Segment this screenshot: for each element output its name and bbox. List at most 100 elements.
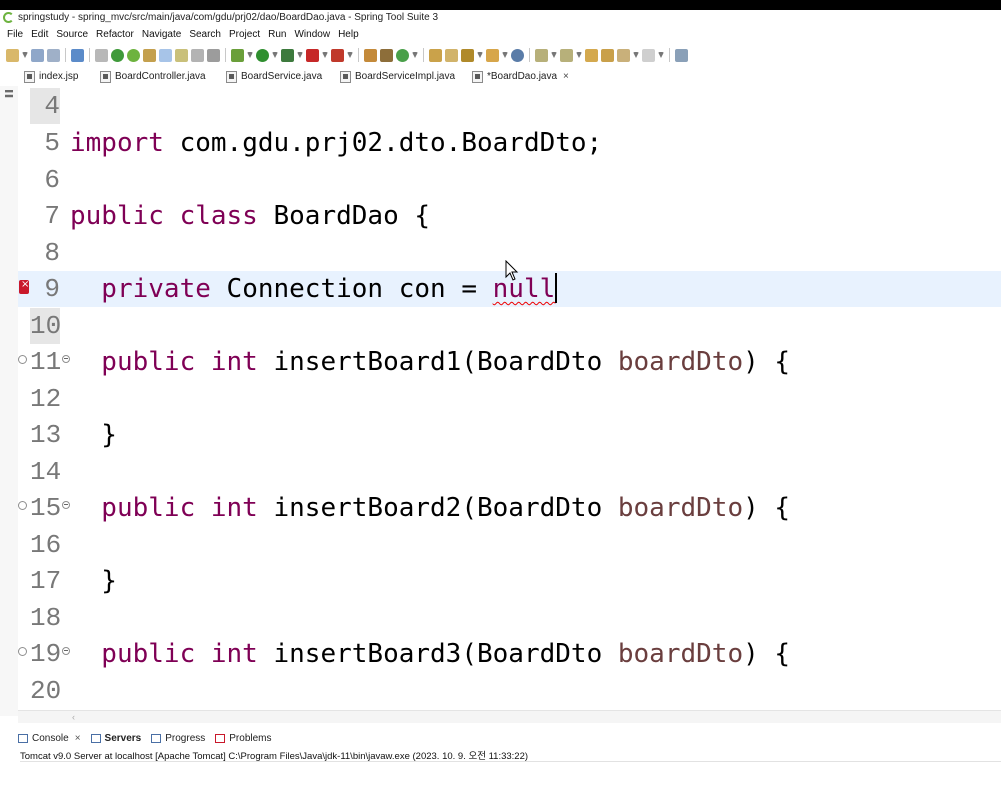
tab-servers[interactable]: Servers [90,733,141,744]
line-number: 17 [30,566,62,596]
tab-problems[interactable]: Problems [215,733,272,744]
globe-icon[interactable] [511,48,524,62]
tab-progress[interactable]: Progress [151,733,205,744]
menu-navigate[interactable]: Navigate [139,27,186,43]
menu-run[interactable]: Run [265,27,291,43]
show-whitespace-icon[interactable] [191,48,204,62]
tab-board-service-impl[interactable]: BoardServiceImpl.java [340,69,455,85]
menu-refactor[interactable]: Refactor [93,27,139,43]
code-rest: Connection con = [210,274,493,304]
tab-board-controller[interactable]: BoardController.java [100,69,206,85]
tab-board-service[interactable]: BoardService.java [226,69,322,85]
error-marker-icon[interactable] [19,279,29,294]
menu-source[interactable]: Source [53,27,93,43]
menu-window[interactable]: Window [291,27,335,43]
menu-search[interactable]: Search [186,27,226,43]
code-line: 18 [18,600,1001,636]
editor-tab-bar: index.jsp BoardController.java BoardServ… [0,67,1001,87]
line-number: 18 [30,603,62,633]
stop-icon[interactable] [306,48,319,62]
code-tail: ) { [743,347,791,377]
forward-edit-icon[interactable] [601,48,614,62]
menu-file[interactable]: File [4,27,28,43]
code-line: 19 public int insertBoard3(BoardDto boar… [18,636,1001,672]
keyword: private [70,274,211,304]
search-icon[interactable] [461,48,474,62]
new-icon[interactable] [6,48,19,62]
code-line: 17 } [18,563,1001,599]
folder-dropdown-icon[interactable] [502,52,508,58]
next-annotation-dropdown-icon[interactable] [551,52,557,58]
skip-breakpoints-icon[interactable] [95,48,108,62]
fold-collapse-icon[interactable] [62,501,70,509]
close-tab-icon[interactable]: × [563,69,569,85]
external-dropdown-icon[interactable] [297,52,303,58]
back-icon[interactable] [617,48,630,62]
line-number: 19 [30,639,62,669]
tab-label: Problems [229,733,272,744]
pin-editor-icon[interactable] [675,48,688,62]
run-dropdown-icon[interactable] [272,52,278,58]
menu-project[interactable]: Project [226,27,265,43]
new-package-icon[interactable] [380,48,393,62]
save-icon[interactable] [31,48,44,62]
terminal-icon[interactable] [71,48,84,62]
code-text: private Connection con = null [70,271,558,307]
tab-label: Console [32,733,69,744]
tab-console[interactable]: Console × [18,733,81,744]
menu-edit[interactable]: Edit [28,27,53,43]
tab-label: Progress [165,733,206,744]
forward-icon[interactable] [642,48,655,62]
bottom-panel-tabs: Console × Servers Progress Problems [18,730,1001,747]
last-edit-icon[interactable] [585,48,598,62]
new-dropdown-icon[interactable] [22,52,28,58]
previous-annotation-dropdown-icon[interactable] [576,52,582,58]
mark-occurrences-icon[interactable] [159,48,172,62]
tab-board-dao[interactable]: *BoardDao.java × [472,69,569,85]
paragraph-icon[interactable] [207,48,220,62]
menu-help[interactable]: Help [335,27,364,43]
code-editor[interactable]: 4 5 import com.gdu.prj02.dto.BoardDto; 6… [18,86,1001,710]
code-tail: ) { [743,639,791,669]
back-dropdown-icon[interactable] [633,52,639,58]
new-java-icon[interactable] [396,48,409,62]
main-toolbar [0,44,1001,66]
code-text: public int insertBoard1(BoardDto boardDt… [70,344,790,380]
toolbar-separator [358,48,359,62]
open-folder-icon[interactable] [486,48,499,62]
code-line: 20 [18,673,1001,709]
relaunch-dropdown-icon[interactable] [347,52,353,58]
pin-icon[interactable] [143,48,156,62]
tab-label: BoardServiceImpl.java [355,71,456,82]
outline-icon[interactable] [5,90,13,98]
scroll-left-icon[interactable]: ‹ [72,712,75,722]
code-line: 14 [18,454,1001,490]
close-tab-icon[interactable]: × [75,733,81,744]
run-icon[interactable] [256,48,269,62]
open-type-icon[interactable] [429,48,442,62]
new-java-dropdown-icon[interactable] [412,52,418,58]
fold-collapse-icon[interactable] [62,647,70,655]
toggle-block-icon[interactable] [175,48,188,62]
run-external-icon[interactable] [281,48,294,62]
horizontal-scrollbar[interactable]: ‹ [18,710,1001,723]
relaunch-icon[interactable] [331,48,344,62]
previous-annotation-icon[interactable] [560,48,573,62]
line-number: 7 [44,201,60,231]
forward-dropdown-icon[interactable] [658,52,664,58]
spring-boot-icon[interactable] [111,48,124,62]
search-dropdown-icon[interactable] [477,52,483,58]
refresh-spring-icon[interactable] [127,48,140,62]
debug-dropdown-icon[interactable] [247,52,253,58]
keyword: public int [70,639,258,669]
tab-index-jsp[interactable]: index.jsp [24,69,78,85]
code-rest: BoardDao { [257,201,431,231]
fold-collapse-icon[interactable] [62,355,70,363]
new-class-icon[interactable] [364,48,377,62]
toolbar-separator [65,48,66,62]
open-task-icon[interactable] [445,48,458,62]
stop-dropdown-icon[interactable] [322,52,328,58]
save-all-icon[interactable] [47,48,60,62]
debug-icon[interactable] [231,48,244,62]
next-annotation-icon[interactable] [535,48,548,62]
